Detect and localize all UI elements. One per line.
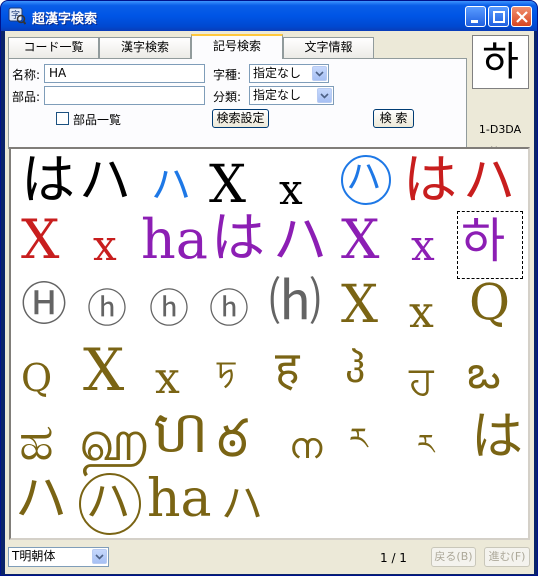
result-char[interactable]: ហ (153, 403, 208, 461)
result-char[interactable]: Q (469, 277, 510, 327)
result-char[interactable]: ಹ (19, 417, 54, 467)
search-button[interactable]: 検 索 (373, 109, 414, 128)
result-char[interactable]: ར (417, 431, 434, 459)
minimize-button[interactable] (465, 6, 486, 27)
result-char[interactable]: ha (147, 473, 212, 525)
parts-list-label: 部品一覧 (73, 113, 122, 127)
result-char[interactable]: x (279, 169, 303, 211)
type-select-value: 指定なし (253, 66, 302, 80)
class-label: 分類: (213, 90, 242, 104)
result-char[interactable]: ह (275, 345, 299, 391)
part-label: 部品: (12, 90, 41, 104)
result-char[interactable]: x (155, 357, 180, 401)
page-count: 1 / 1 (380, 551, 407, 565)
result-char[interactable]: は (211, 211, 265, 265)
preview-char: 하 (482, 39, 519, 85)
maximize-button[interactable] (488, 6, 509, 27)
title-bar[interactable]: 字 超漢字検索 (1, 1, 537, 31)
result-char[interactable]: ⒣ (269, 277, 321, 329)
result-char[interactable]: x (409, 291, 434, 335)
result-char[interactable]: ⓗ (149, 289, 189, 329)
name-input[interactable]: HA (44, 64, 205, 83)
result-char[interactable]: は (471, 411, 523, 463)
result-char[interactable]: ჰ (345, 349, 365, 389)
result-char[interactable]: ハ (273, 213, 327, 267)
app-window: 字 超漢字検索 コード一覧 漢字検索 記号検索 文字情報 名称: HA 部品: … (0, 0, 538, 576)
result-char[interactable]: ハ (221, 483, 263, 525)
result-char[interactable]: ന (289, 429, 322, 465)
tab-code-list[interactable]: コード一覧 (8, 37, 99, 58)
result-char[interactable]: ఠ (217, 413, 248, 465)
part-input[interactable] (44, 86, 205, 105)
app-magnifier-icon[interactable]: 字 (8, 7, 26, 25)
result-char[interactable]: X (341, 279, 378, 331)
result-char[interactable]: ར (349, 425, 368, 455)
result-char[interactable]: ハ (151, 165, 191, 205)
selection-box (457, 211, 523, 279)
forward-button[interactable]: 進む(F) (484, 547, 530, 567)
result-char[interactable]: は (403, 153, 457, 207)
result-char[interactable]: ⓗ (209, 289, 249, 329)
result-char[interactable]: は (21, 153, 75, 207)
result-char[interactable]: x (411, 225, 435, 267)
type-select[interactable]: 指定なし (249, 64, 329, 83)
result-char[interactable]: Ⓗ (21, 281, 67, 327)
result-char[interactable]: ఒ (467, 349, 501, 395)
back-button[interactable]: 戻る(B) (431, 547, 476, 567)
result-char[interactable]: X (21, 213, 59, 267)
client-area: コード一覧 漢字検索 記号検索 文字情報 名称: HA 部品: 字種: 指定なし… (5, 31, 534, 574)
window-title: 超漢字検索 (32, 12, 98, 27)
class-select-value: 指定なし (253, 88, 302, 102)
parts-list-checkbox[interactable] (56, 112, 69, 125)
result-char[interactable]: ⓗ (87, 289, 127, 329)
result-char[interactable]: ハ (86, 479, 131, 525)
font-select-value: T明朝体 (12, 549, 56, 563)
minimize-icon (471, 20, 478, 23)
chevron-down-icon[interactable] (92, 549, 107, 564)
name-label: 名称: (12, 68, 41, 82)
char-code: 1-D3DA (478, 123, 522, 136)
result-char[interactable]: ஹ (79, 411, 150, 469)
result-char[interactable]: X (83, 341, 124, 399)
result-char[interactable]: ハ (463, 155, 515, 207)
close-icon (516, 11, 528, 23)
result-char[interactable]: ꠠ (217, 359, 235, 389)
chevron-down-icon[interactable] (312, 66, 327, 81)
font-select[interactable]: T明朝体 (8, 547, 109, 567)
class-select[interactable]: 指定なし (249, 86, 334, 105)
results-panel: はハハ Xx ハはハ Xx ha はハ Xx 하 Ⓗⓗ ⓗ ⓗ ⒣ Xx Q Q Xx ꠠ ह ჰ ਹ ఒ ಹ ஹ ហ ఠ ന ར ར… (9, 147, 530, 540)
search-form-panel: 名称: HA 部品: 字種: 指定なし 分類: 指定なし 部品一覧 検索設定 検 (8, 58, 467, 149)
result-char[interactable]: Q (21, 359, 52, 397)
tab-kanji-search[interactable]: 漢字検索 (99, 37, 191, 58)
result-char[interactable]: x (93, 225, 117, 267)
chevron-down-icon[interactable] (317, 88, 332, 103)
type-label: 字種: (213, 68, 242, 82)
char-preview: 하 (472, 35, 529, 89)
tab-symbol-search[interactable]: 記号検索 (191, 34, 283, 59)
result-char[interactable]: ਹ (409, 361, 434, 401)
search-settings-button[interactable]: 検索設定 (212, 109, 269, 128)
tab-char-info[interactable]: 文字情報 (283, 37, 374, 58)
result-char[interactable]: ハ (79, 155, 131, 207)
result-char[interactable]: ハ (15, 473, 67, 525)
maximize-icon (493, 11, 505, 23)
svg-text:字: 字 (11, 9, 20, 21)
result-char[interactable]: ha (141, 213, 208, 267)
result-char[interactable]: X (209, 159, 246, 211)
close-button[interactable] (511, 6, 532, 27)
result-char[interactable]: ハ (346, 160, 381, 195)
result-char[interactable]: X (341, 213, 379, 267)
